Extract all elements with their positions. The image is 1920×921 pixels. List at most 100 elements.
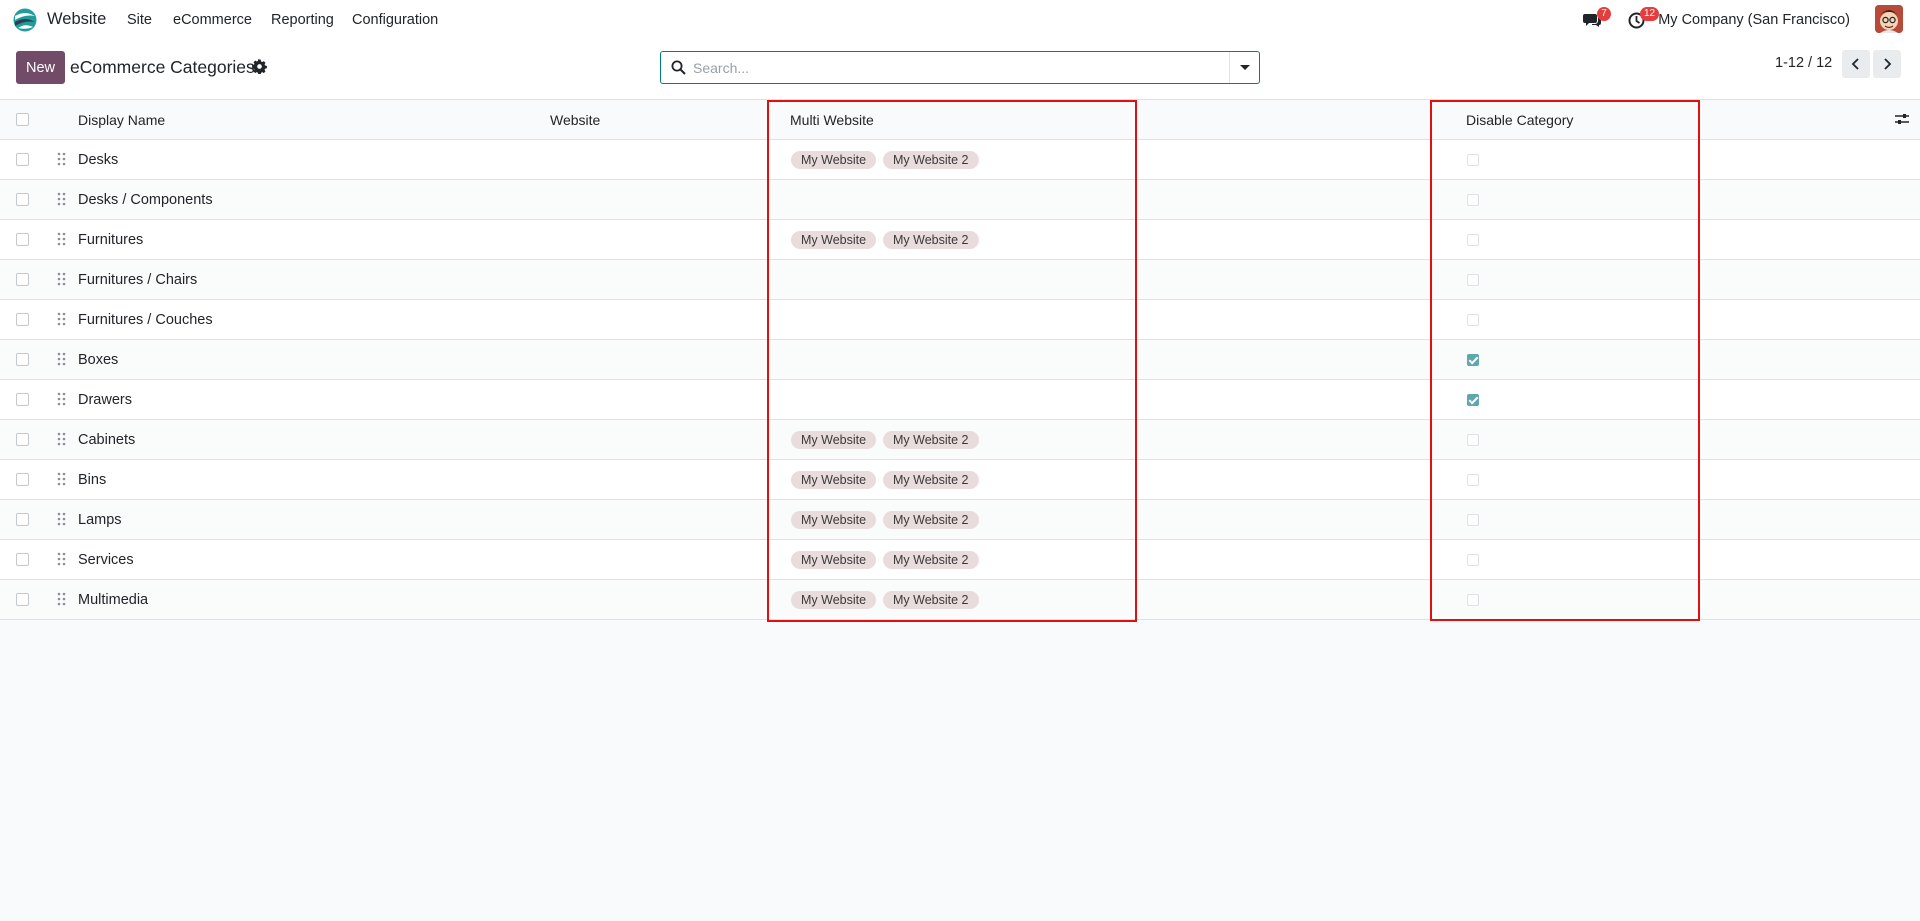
website-tag: My Website 2	[883, 151, 979, 169]
website-tag: My Website 2	[883, 471, 979, 489]
website-tag: My Website	[791, 151, 877, 169]
table-row[interactable]: Multimedia My Website My Website 2	[0, 580, 1920, 620]
website-tag: My Website 2	[883, 591, 979, 609]
drag-handle-icon[interactable]	[57, 392, 67, 407]
column-disable-category[interactable]: Disable Category	[1466, 112, 1573, 128]
row-select-checkbox[interactable]	[16, 593, 29, 606]
disable-category-checkbox[interactable]	[1467, 474, 1479, 486]
table-row[interactable]: Bins My Website My Website 2	[0, 460, 1920, 500]
main-navbar: Website Site eCommerce Reporting Configu…	[0, 0, 1920, 40]
table-row[interactable]: Services My Website My Website 2	[0, 540, 1920, 580]
menu-configuration[interactable]: Configuration	[352, 12, 438, 28]
display-name-cell[interactable]: Bins	[78, 472, 106, 488]
user-avatar[interactable]	[1875, 5, 1903, 33]
drag-handle-icon[interactable]	[57, 312, 67, 327]
display-name-cell[interactable]: Cabinets	[78, 432, 135, 448]
pager-previous-button[interactable]	[1842, 50, 1870, 78]
display-name-cell[interactable]: Furnitures	[78, 232, 143, 248]
drag-handle-icon[interactable]	[57, 592, 67, 607]
chevron-left-icon	[1851, 58, 1859, 70]
page-title: eCommerce Categories	[70, 57, 255, 77]
disable-category-checkbox[interactable]	[1467, 354, 1479, 366]
row-select-checkbox[interactable]	[16, 153, 29, 166]
drag-handle-icon[interactable]	[57, 472, 67, 487]
display-name-cell[interactable]: Furnitures / Chairs	[78, 272, 197, 288]
drag-handle-icon[interactable]	[57, 232, 67, 247]
column-website[interactable]: Website	[550, 112, 600, 128]
display-name-cell[interactable]: Drawers	[78, 392, 132, 408]
display-name-cell[interactable]: Boxes	[78, 352, 118, 368]
disable-category-checkbox[interactable]	[1467, 594, 1479, 606]
disable-category-checkbox[interactable]	[1467, 194, 1479, 206]
list-header: Display Name Website Multi Website Disab…	[0, 100, 1920, 140]
display-name-cell[interactable]: Desks / Components	[78, 192, 213, 208]
table-row[interactable]: Furnitures / Chairs	[0, 260, 1920, 300]
menu-site[interactable]: Site	[127, 12, 152, 28]
company-switcher[interactable]: My Company (San Francisco)	[1658, 12, 1850, 28]
website-tag: My Website	[791, 471, 877, 489]
app-name[interactable]: Website	[47, 10, 106, 29]
display-name-cell[interactable]: Services	[78, 552, 134, 568]
row-select-checkbox[interactable]	[16, 473, 29, 486]
search-input[interactable]	[693, 53, 1223, 82]
disable-category-checkbox[interactable]	[1467, 154, 1479, 166]
table-row[interactable]: Furnitures My Website My Website 2	[0, 220, 1920, 260]
control-panel: New eCommerce Categories 1-12 / 12	[0, 40, 1920, 100]
row-select-checkbox[interactable]	[16, 393, 29, 406]
display-name-cell[interactable]: Lamps	[78, 512, 122, 528]
disable-category-checkbox[interactable]	[1467, 394, 1479, 406]
table-row[interactable]: Lamps My Website My Website 2	[0, 500, 1920, 540]
display-name-cell[interactable]: Multimedia	[78, 592, 148, 608]
row-select-checkbox[interactable]	[16, 353, 29, 366]
table-row[interactable]: Drawers	[0, 380, 1920, 420]
website-tag: My Website	[791, 511, 877, 529]
row-select-checkbox[interactable]	[16, 553, 29, 566]
drag-handle-icon[interactable]	[57, 192, 67, 207]
table-row[interactable]: Furnitures / Couches	[0, 300, 1920, 340]
row-select-checkbox[interactable]	[16, 273, 29, 286]
disable-category-checkbox[interactable]	[1467, 554, 1479, 566]
website-tag: My Website	[791, 431, 877, 449]
optional-columns-icon[interactable]	[1895, 112, 1909, 126]
new-button[interactable]: New	[16, 51, 65, 84]
drag-handle-icon[interactable]	[57, 432, 67, 447]
menu-reporting[interactable]: Reporting	[271, 12, 334, 28]
pager-next-button[interactable]	[1873, 50, 1901, 78]
drag-handle-icon[interactable]	[57, 552, 67, 567]
table-row[interactable]: Desks / Components	[0, 180, 1920, 220]
pager-value[interactable]: 1-12 / 12	[1775, 55, 1832, 71]
website-tag: My Website 2	[883, 431, 979, 449]
drag-handle-icon[interactable]	[57, 152, 67, 167]
search-icon	[671, 60, 686, 75]
row-select-checkbox[interactable]	[16, 313, 29, 326]
table-row[interactable]: Cabinets My Website My Website 2	[0, 420, 1920, 460]
avatar-face-icon	[1875, 5, 1903, 33]
chevron-right-icon	[1884, 58, 1892, 70]
activities-badge: 12	[1640, 7, 1660, 21]
drag-handle-icon[interactable]	[57, 512, 67, 527]
row-select-checkbox[interactable]	[16, 513, 29, 526]
website-app-logo-icon[interactable]	[12, 8, 38, 32]
menu-ecommerce[interactable]: eCommerce	[173, 12, 252, 28]
disable-category-checkbox[interactable]	[1467, 514, 1479, 526]
disable-category-checkbox[interactable]	[1467, 234, 1479, 246]
row-select-checkbox[interactable]	[16, 433, 29, 446]
gear-icon[interactable]	[252, 59, 267, 74]
search-options-toggle[interactable]	[1229, 52, 1259, 83]
website-tag: My Website 2	[883, 551, 979, 569]
disable-category-checkbox[interactable]	[1467, 314, 1479, 326]
row-select-checkbox[interactable]	[16, 233, 29, 246]
display-name-cell[interactable]: Furnitures / Couches	[78, 312, 213, 328]
table-row[interactable]: Boxes	[0, 340, 1920, 380]
drag-handle-icon[interactable]	[57, 272, 67, 287]
row-select-checkbox[interactable]	[16, 193, 29, 206]
display-name-cell[interactable]: Desks	[78, 152, 118, 168]
website-tag: My Website 2	[883, 231, 979, 249]
select-all-checkbox[interactable]	[16, 113, 29, 126]
column-display-name[interactable]: Display Name	[78, 112, 165, 128]
drag-handle-icon[interactable]	[57, 352, 67, 367]
disable-category-checkbox[interactable]	[1467, 274, 1479, 286]
table-row[interactable]: Desks My Website My Website 2	[0, 140, 1920, 180]
disable-category-checkbox[interactable]	[1467, 434, 1479, 446]
column-multi-website[interactable]: Multi Website	[790, 112, 874, 128]
